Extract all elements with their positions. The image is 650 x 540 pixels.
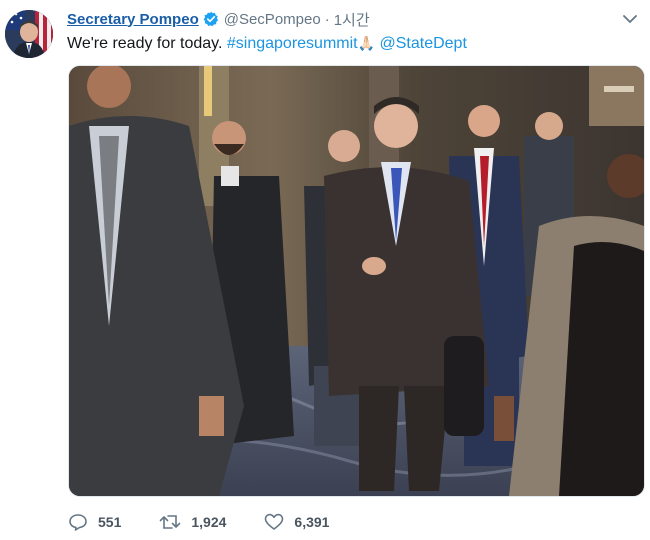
- author-display-name[interactable]: Secretary Pompeo: [67, 11, 199, 28]
- tweet: Secretary Pompeo @SecPompeo · 1시간 We're …: [0, 0, 650, 540]
- tweet-text: We're ready for today. #singaporesummit🙏…: [67, 33, 627, 54]
- photo-image: [69, 66, 644, 496]
- tweet-actions: 551 1,924 6,391: [68, 509, 367, 535]
- tweet-timestamp[interactable]: 1시간: [334, 9, 370, 30]
- tweet-text-plain: We're ready for today.: [67, 35, 227, 52]
- mention-link[interactable]: @StateDept: [380, 35, 467, 52]
- reply-count: 551: [98, 514, 122, 530]
- retweet-button[interactable]: 1,924: [159, 513, 226, 531]
- avatar-image: [5, 10, 53, 58]
- reply-button[interactable]: 551: [68, 513, 121, 531]
- like-count: 6,391: [294, 514, 330, 530]
- folded-hands-emoji: 🙏🏻: [357, 35, 376, 51]
- heart-icon: [264, 513, 284, 531]
- chevron-down-icon[interactable]: [622, 12, 638, 26]
- author-handle[interactable]: @SecPompeo: [224, 11, 321, 28]
- tweet-photo[interactable]: [68, 65, 645, 497]
- retweet-count: 1,924: [191, 514, 227, 530]
- tweet-header: Secretary Pompeo @SecPompeo · 1시간: [67, 8, 610, 30]
- reply-icon: [68, 513, 88, 531]
- like-button[interactable]: 6,391: [264, 513, 329, 531]
- hashtag-link[interactable]: #singaporesummit: [227, 35, 358, 52]
- retweet-icon: [159, 513, 181, 531]
- avatar[interactable]: [5, 10, 53, 58]
- header-separator: ·: [324, 10, 330, 28]
- verified-badge-icon: [203, 11, 219, 27]
